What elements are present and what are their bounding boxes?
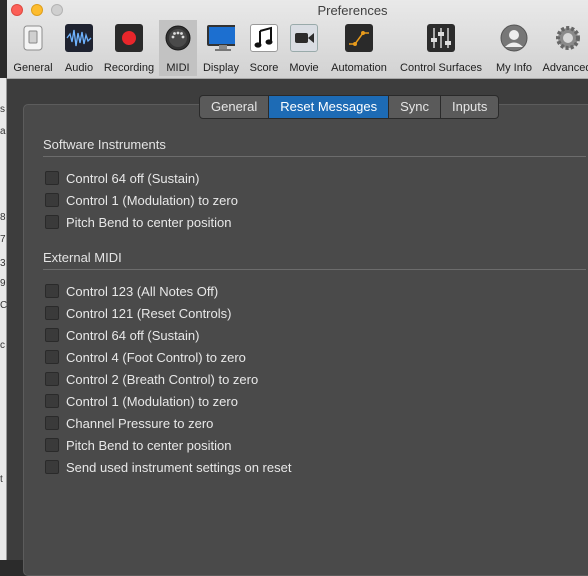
movie-icon	[290, 24, 318, 52]
tab-general[interactable]: General	[200, 96, 270, 118]
checkbox[interactable]	[45, 215, 59, 229]
si-sustain-checkbox[interactable]: Control 64 off (Sustain)	[45, 170, 199, 186]
audio-icon	[65, 24, 93, 52]
toolbar-item-automation[interactable]: Automation	[325, 20, 393, 76]
ext-reset-controls-checkbox[interactable]: Control 121 (Reset Controls)	[45, 305, 231, 321]
software-instruments-divider	[43, 156, 586, 157]
toolbar-item-advanced[interactable]: Advanced	[539, 20, 588, 76]
preferences-window: Preferences General Audio Recording MIDI…	[7, 0, 588, 576]
toolbar-item-my-info[interactable]: My Info	[489, 20, 539, 76]
advanced-icon	[553, 24, 581, 52]
recording-icon	[115, 24, 143, 52]
preferences-toolbar: General Audio Recording MIDI Display Sco…	[7, 20, 588, 76]
checkbox[interactable]	[45, 372, 59, 386]
checkbox[interactable]	[45, 193, 59, 207]
tab-inputs[interactable]: Inputs	[441, 96, 498, 118]
si-pitch-bend-checkbox[interactable]: Pitch Bend to center position	[45, 214, 232, 230]
checkbox[interactable]	[45, 394, 59, 408]
toolbar-item-control-surfaces[interactable]: Control Surfaces	[393, 20, 489, 76]
display-icon	[207, 24, 235, 52]
tab-sync[interactable]: Sync	[389, 96, 441, 118]
title-bar: Preferences General Audio Recording MIDI…	[7, 0, 588, 79]
checkbox[interactable]	[45, 328, 59, 342]
tab-reset-messages[interactable]: Reset Messages	[269, 96, 390, 118]
general-icon	[19, 24, 47, 52]
external-midi-divider	[43, 269, 586, 270]
toolbar-item-movie[interactable]: Movie	[283, 20, 325, 76]
automation-icon	[345, 24, 373, 52]
external-midi-heading: External MIDI	[43, 250, 122, 265]
score-icon	[250, 24, 278, 52]
midi-icon	[164, 24, 192, 52]
toolbar-item-score[interactable]: Score	[245, 20, 283, 76]
ext-foot-control-checkbox[interactable]: Control 4 (Foot Control) to zero	[45, 349, 246, 365]
checkbox[interactable]	[45, 306, 59, 320]
ext-breath-control-checkbox[interactable]: Control 2 (Breath Control) to zero	[45, 371, 258, 387]
ext-modulation-checkbox[interactable]: Control 1 (Modulation) to zero	[45, 393, 238, 409]
control-surfaces-icon	[427, 24, 455, 52]
toolbar-item-general[interactable]: General	[7, 20, 59, 76]
ext-send-instrument-settings-checkbox[interactable]: Send used instrument settings on reset	[45, 459, 291, 475]
window-title: Preferences	[317, 3, 388, 18]
toolbar-item-recording[interactable]: Recording	[99, 20, 159, 76]
ext-channel-pressure-checkbox[interactable]: Channel Pressure to zero	[45, 415, 213, 431]
checkbox[interactable]	[45, 171, 59, 185]
toolbar-item-display[interactable]: Display	[197, 20, 245, 76]
ext-all-notes-off-checkbox[interactable]: Control 123 (All Notes Off)	[45, 283, 218, 299]
background-window-edge: sa8 739 Cct	[0, 78, 7, 560]
checkbox[interactable]	[45, 416, 59, 430]
midi-tab-bar: General Reset Messages Sync Inputs	[199, 95, 500, 119]
ext-sustain-checkbox[interactable]: Control 64 off (Sustain)	[45, 327, 199, 343]
checkbox[interactable]	[45, 438, 59, 452]
checkbox[interactable]	[45, 284, 59, 298]
toolbar-item-audio[interactable]: Audio	[59, 20, 99, 76]
checkbox[interactable]	[45, 460, 59, 474]
my-info-icon	[500, 24, 528, 52]
software-instruments-heading: Software Instruments	[43, 137, 166, 152]
toolbar-item-midi[interactable]: MIDI	[159, 20, 197, 76]
ext-pitch-bend-checkbox[interactable]: Pitch Bend to center position	[45, 437, 232, 453]
checkbox[interactable]	[45, 350, 59, 364]
si-modulation-checkbox[interactable]: Control 1 (Modulation) to zero	[45, 192, 238, 208]
